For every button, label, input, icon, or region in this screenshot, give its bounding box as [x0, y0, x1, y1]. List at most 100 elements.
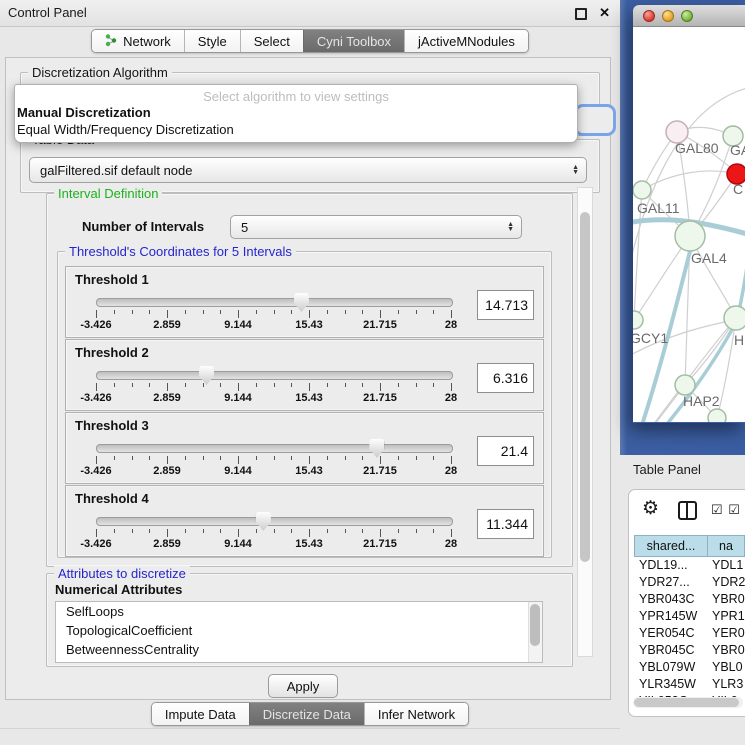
threshold-slider-track[interactable] — [96, 517, 453, 526]
numerical-attributes-list[interactable]: SelfLoopsTopologicalCoefficientBetweenne… — [55, 601, 543, 663]
threshold-panel-1: Threshold 1-3.4262.8599.14415.4321.71528… — [65, 266, 544, 338]
cell-shared-name: YER054C — [634, 625, 707, 642]
float-window-icon[interactable] — [575, 8, 587, 20]
tab-label: Impute Data — [165, 707, 236, 722]
bottom-tab-row: Impute Data Discretize Data Infer Network — [0, 702, 620, 726]
table-row[interactable]: YPR145WYPR1 — [634, 608, 745, 625]
table-row[interactable]: YLR345WYLR3 — [634, 676, 745, 693]
list-item[interactable]: BetweennessCentrality — [56, 640, 542, 659]
table-browser: ⚙ ☑ ☑ shared...naYDL19...YDL1YDR27...YDR… — [628, 489, 745, 717]
cell-shared-name: YBL079W — [634, 659, 707, 676]
num-intervals-label: Number of Intervals — [82, 219, 204, 234]
list-item[interactable]: SelfLoops — [56, 602, 542, 621]
node-label: H — [734, 332, 744, 348]
network-view[interactable]: GAL80GACGAL11GAL4GCY1HHAP2 — [633, 27, 745, 422]
group-title: Interval Definition — [54, 186, 162, 202]
table-row[interactable]: YDL19...YDL1 — [634, 557, 745, 574]
table-row[interactable]: YBL079WYBL0 — [634, 659, 745, 676]
num-intervals-combo[interactable]: 5 ▲▼ — [230, 215, 522, 239]
tab-network[interactable]: Network — [92, 30, 184, 52]
slider-scale-labels: -3.4262.8599.14415.4321.71528 — [96, 538, 451, 550]
table-row[interactable]: YDR27...YDR2 — [634, 574, 745, 591]
threshold-slider-track[interactable] — [96, 371, 453, 380]
panel-scrollbar[interactable] — [577, 187, 593, 657]
cell-shared-name: YPR145W — [634, 608, 707, 625]
threshold-label: Threshold 3 — [75, 418, 149, 433]
slider-ticks — [96, 310, 451, 318]
network-node-gal11[interactable] — [633, 181, 651, 199]
threshold-slider-track[interactable] — [96, 298, 453, 307]
zoom-traffic-light[interactable] — [681, 10, 693, 22]
attributes-group: Attributes to discretize Numerical Attri… — [46, 573, 573, 667]
slider-scale-labels: -3.4262.8599.14415.4321.71528 — [96, 465, 451, 477]
table-data-combo-value: galFiltered.sif default node — [40, 163, 192, 178]
cell-shared-name: YBR043C — [634, 591, 707, 608]
scrollbar-thumb[interactable] — [634, 698, 739, 707]
control-panel-titlebar: Control Panel ✕ — [0, 0, 620, 27]
scrollbar-thumb[interactable] — [530, 604, 540, 646]
tab-label: Discretize Data — [263, 707, 351, 722]
close-icon[interactable]: ✕ — [599, 5, 610, 21]
column-header[interactable]: na — [708, 536, 744, 556]
column-layout-icon[interactable] — [678, 501, 697, 520]
algorithm-combo[interactable] — [574, 104, 616, 136]
network-node-h[interactable] — [724, 306, 745, 330]
network-window-titlebar[interactable] — [633, 5, 745, 27]
numerical-attributes-heading: Numerical Attributes — [55, 582, 182, 597]
tab-label: Style — [198, 34, 227, 49]
table-row[interactable]: YBR045CYBR0 — [634, 642, 745, 659]
cell-shared-name: YDR27... — [634, 574, 707, 591]
list-scrollbar[interactable] — [528, 602, 542, 662]
node-label: GAL80 — [675, 140, 719, 156]
network-node[interactable] — [708, 409, 726, 422]
threshold-slider-track[interactable] — [96, 444, 453, 453]
scrollbar-thumb[interactable] — [580, 212, 590, 562]
stepper-icon: ▲▼ — [507, 222, 514, 232]
interval-definition-group: Interval Definition Number of Intervals … — [46, 193, 573, 567]
minimize-traffic-light[interactable] — [662, 10, 674, 22]
algorithm-dropdown-popup: Select algorithm to view settings Manual… — [14, 84, 578, 143]
tab-style[interactable]: Style — [184, 30, 240, 52]
threshold-panel-2: Threshold 2-3.4262.8599.14415.4321.71528… — [65, 339, 544, 411]
threshold-value-field[interactable]: 11.344 — [477, 509, 534, 539]
network-node-hap2[interactable] — [675, 375, 695, 395]
slider-ticks — [96, 383, 451, 391]
tab-discretize-data[interactable]: Discretize Data — [249, 703, 364, 725]
tab-impute-data[interactable]: Impute Data — [152, 703, 249, 725]
network-node-gcy1[interactable] — [633, 311, 643, 329]
gear-icon[interactable]: ⚙ — [642, 497, 659, 520]
stepper-icon: ▲▼ — [572, 165, 579, 175]
table-data-combo[interactable]: galFiltered.sif default node ▲▼ — [29, 157, 587, 183]
tab-select[interactable]: Select — [240, 30, 303, 52]
tab-cyni-toolbox[interactable]: Cyni Toolbox — [303, 30, 404, 52]
list-item[interactable]: TopologicalCoefficient — [56, 621, 542, 640]
threshold-value-field[interactable]: 21.4 — [477, 436, 534, 466]
table-header-row: shared...na — [634, 535, 745, 557]
table-row[interactable]: YER054CYER0 — [634, 625, 745, 642]
group-title: Attributes to discretize — [54, 566, 190, 582]
tab-label: Network — [123, 34, 171, 49]
close-traffic-light[interactable] — [643, 10, 655, 22]
threshold-panel-3: Threshold 3 -3.4262.8599.14415.4321.71528… — [65, 412, 544, 484]
tab-jactivemnodules[interactable]: jActiveMNodules — [404, 30, 528, 52]
checkbox-icons[interactable]: ☑ ☑ — [711, 502, 741, 518]
table-row[interactable]: YBR043CYBR0 — [634, 591, 745, 608]
table-panel-title: Table Panel — [633, 462, 701, 477]
column-header[interactable]: shared... — [635, 536, 708, 556]
node-table[interactable]: shared...naYDL19...YDL1YDR27...YDR2YBR04… — [634, 535, 745, 704]
node-label: GCY1 — [633, 330, 668, 346]
cell-name: YDL1 — [707, 557, 745, 574]
tab-infer-network[interactable]: Infer Network — [364, 703, 468, 725]
network-node-gal4[interactable] — [675, 221, 705, 251]
apply-button[interactable]: Apply — [268, 674, 338, 698]
divider — [0, 728, 620, 729]
cell-name: YBR0 — [707, 591, 745, 608]
dropdown-option-equal-width[interactable]: Equal Width/Frequency Discretization — [15, 121, 577, 138]
dropdown-option-manual[interactable]: Manual Discretization — [15, 104, 577, 121]
threshold-value-field[interactable]: 6.316 — [477, 363, 534, 393]
tab-label: jActiveMNodules — [418, 34, 515, 49]
threshold-panel-4: Threshold 4-3.4262.8599.14415.4321.71528… — [65, 485, 544, 557]
threshold-value-field[interactable]: 14.713 — [477, 290, 534, 320]
table-hscrollbar[interactable] — [633, 697, 743, 708]
node-label: HAP2 — [683, 393, 720, 409]
